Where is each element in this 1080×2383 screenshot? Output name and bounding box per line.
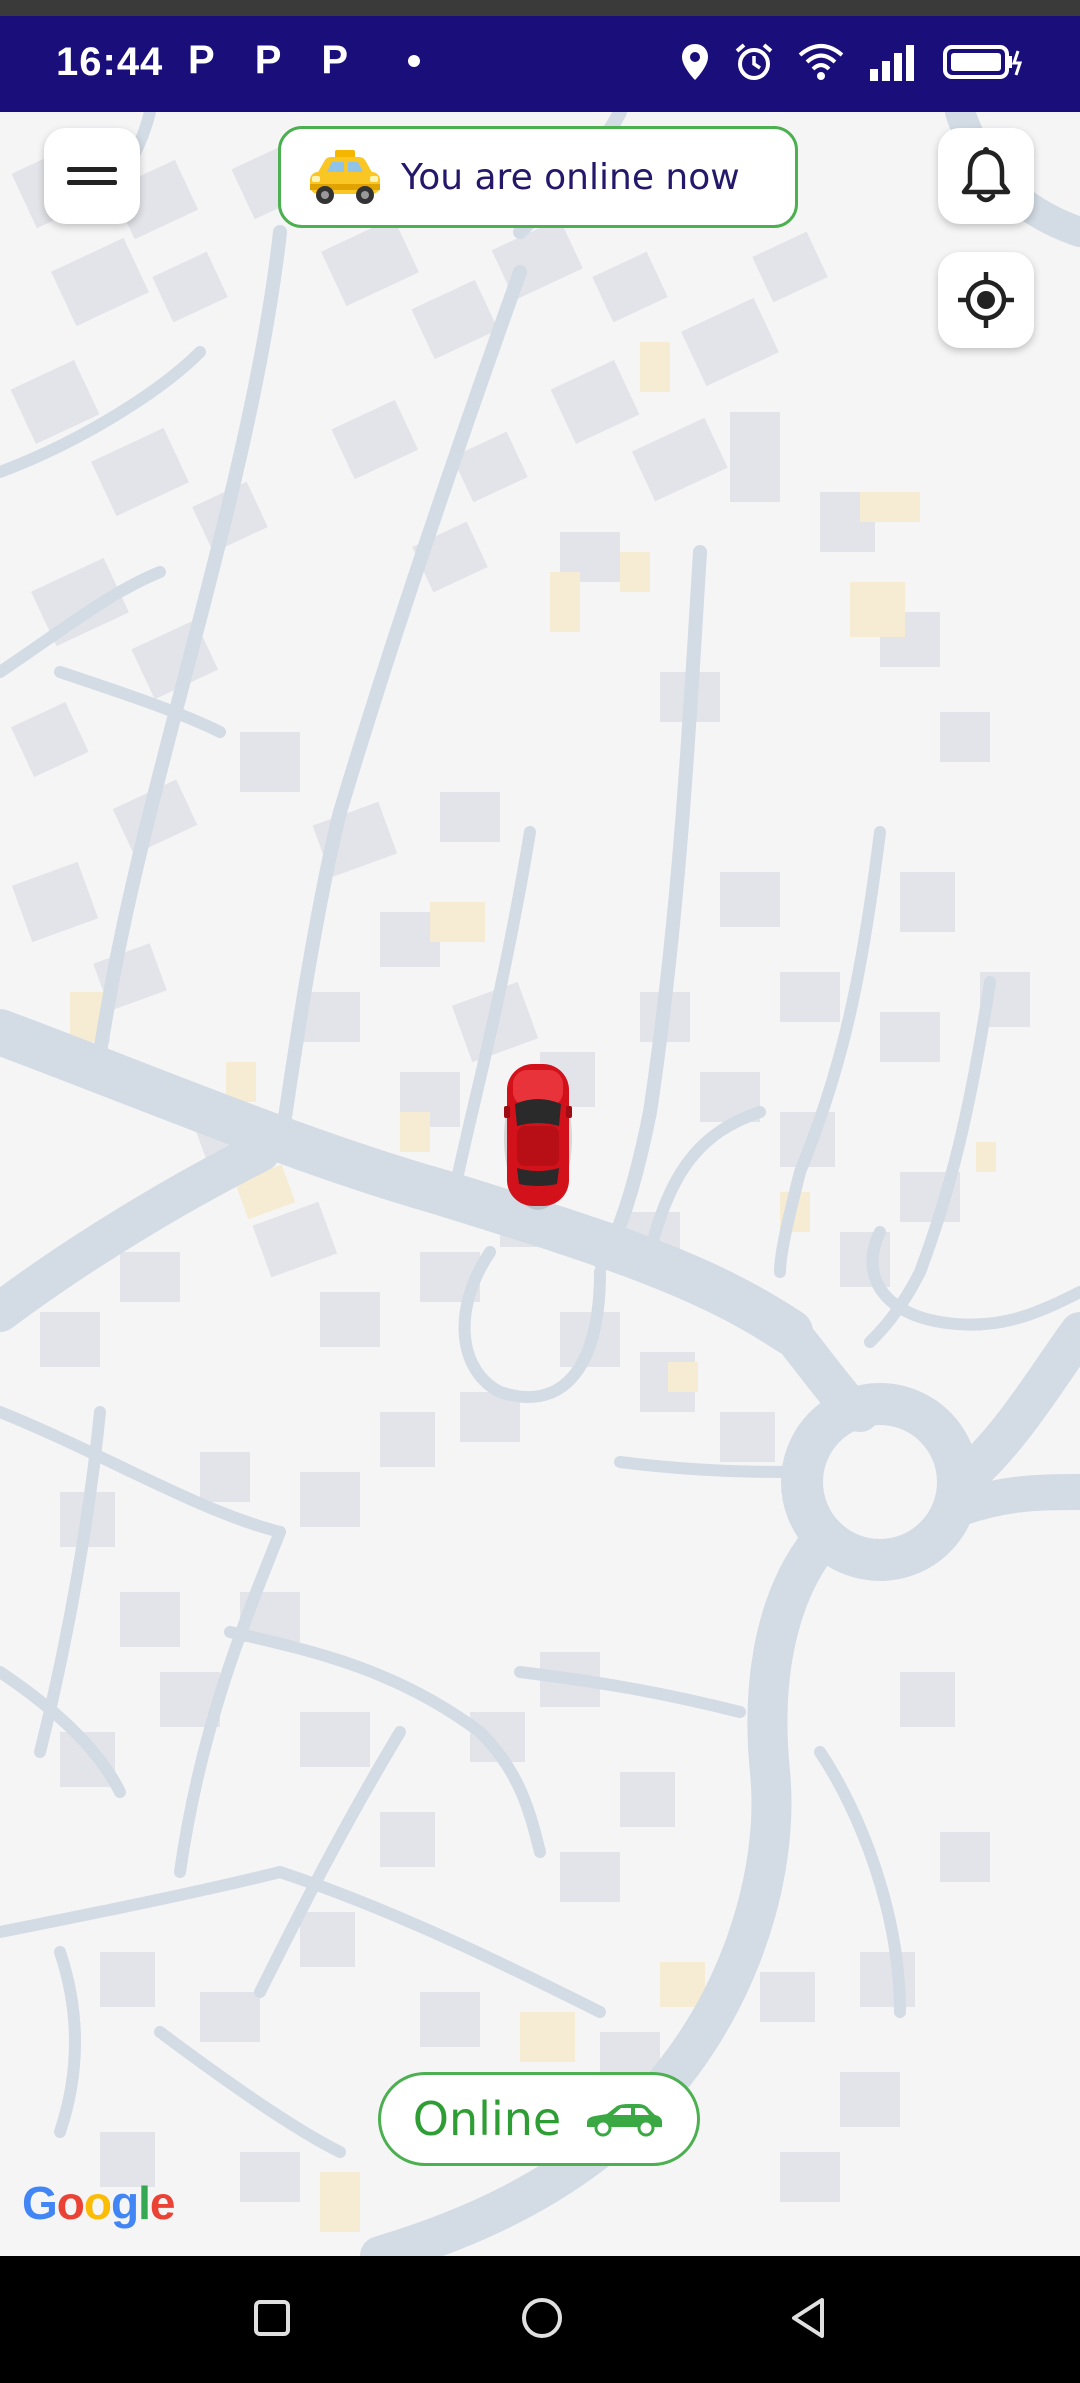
battery-charging-icon bbox=[943, 45, 1023, 79]
system-icons bbox=[680, 42, 1024, 82]
location-icon bbox=[682, 44, 708, 80]
notification-app-icon: P bbox=[188, 38, 215, 82]
signal-icon bbox=[870, 45, 914, 81]
menu-button[interactable] bbox=[44, 128, 140, 224]
red-car-icon bbox=[504, 1064, 572, 1210]
taxi-icon bbox=[310, 150, 380, 204]
wifi-icon bbox=[798, 44, 844, 80]
hamburger-menu-icon bbox=[67, 167, 117, 185]
car-icon bbox=[587, 2104, 663, 2137]
status-time: 16:44 bbox=[56, 40, 164, 84]
recent-apps-icon[interactable] bbox=[252, 2298, 292, 2338]
bell-icon bbox=[961, 147, 1011, 203]
navigation-bar bbox=[0, 2256, 1080, 2383]
online-label: Online bbox=[412, 2092, 562, 2146]
notifications-button[interactable] bbox=[938, 128, 1034, 224]
home-icon[interactable] bbox=[520, 2296, 564, 2340]
my-location-button[interactable] bbox=[938, 252, 1034, 348]
alarm-icon bbox=[735, 43, 773, 80]
notification-icons: P P P bbox=[188, 38, 421, 83]
online-status-text: You are online now bbox=[401, 156, 740, 198]
notification-app-icon: P bbox=[254, 38, 282, 82]
more-notifications-icon bbox=[408, 54, 421, 67]
screen: 16:44 P P P You are online now Online Go… bbox=[0, 0, 1080, 2383]
back-icon[interactable] bbox=[786, 2296, 830, 2340]
my-location-icon bbox=[958, 272, 1014, 328]
notification-app-icon: P bbox=[321, 38, 349, 82]
map-view[interactable] bbox=[0, 112, 1080, 2256]
google-attribution: Google bbox=[22, 2177, 175, 2229]
online-toggle-button[interactable]: Online bbox=[378, 2072, 700, 2166]
online-status-banner: You are online now bbox=[278, 126, 798, 228]
status-bar: 16:44 P P P bbox=[0, 0, 1080, 112]
